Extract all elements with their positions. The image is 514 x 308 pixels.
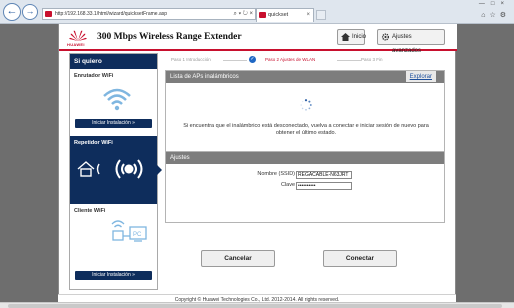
tab-title: quickset	[268, 12, 289, 18]
repeater-icon	[77, 159, 143, 179]
key-row: Clave	[166, 182, 295, 191]
cancel-button[interactable]: Cancelar	[201, 250, 275, 267]
router-page: HUAWEI 300 Mbps Wireless Range Extender …	[58, 24, 457, 294]
ssid-label: Nombre (SSID)	[257, 171, 295, 177]
address-bar[interactable]: http://192.168.33.1/html/wizard/quickset…	[42, 8, 256, 20]
wifi-icon	[103, 88, 131, 111]
ap-list-panel: Lista de APs inalámbricos Explorar Si en…	[165, 70, 445, 153]
sidebar-item-router[interactable]: Enrutador WiFi Iniciar Instalación »	[70, 69, 157, 136]
window-controls[interactable]: —□×	[479, 1, 510, 7]
ssid-row: Nombre (SSID)	[166, 171, 295, 180]
search-refresh-icons[interactable]: ⌕ ▾ ↻ ×	[234, 9, 253, 19]
settings-header: Ajustes	[166, 152, 444, 164]
step-2: Paso 2 Ajustes de WLAN	[265, 57, 316, 62]
settings-panel: Ajustes Nombre (SSID) REGACABLE-N63JRT C…	[165, 151, 445, 223]
step-divider	[223, 60, 247, 61]
sidebar-title: Si quiero	[70, 54, 157, 69]
sidebar-item-client[interactable]: Cliente WiFi PC Iniciar Instalación »	[70, 204, 157, 289]
connect-button[interactable]: Conectar	[323, 250, 397, 267]
key-input[interactable]: ••••••••••	[296, 182, 352, 190]
ap-list-title: Lista de APs inalámbricos	[170, 74, 239, 80]
settings-title: Ajustes	[170, 155, 190, 161]
sidebar-item-label: Repetidor WiFi	[74, 140, 113, 146]
gear-icon	[381, 33, 390, 41]
start-client-setup-button[interactable]: Iniciar Instalación »	[75, 271, 152, 280]
browser-tab[interactable]: quickset ×	[256, 8, 314, 22]
new-tab-button[interactable]	[316, 10, 326, 20]
forward-arrow-icon[interactable]: →	[22, 4, 38, 20]
brand-text: HUAWEI	[67, 42, 85, 47]
wizard-steps: Paso 1 Introducción ✓ Paso 2 Ajustes de …	[165, 55, 445, 65]
home-button[interactable]: Inicio	[337, 29, 367, 45]
active-indicator-arrow	[157, 165, 162, 175]
start-router-setup-button[interactable]: Iniciar Instalación »	[75, 119, 152, 128]
huawei-logo-icon	[69, 30, 87, 41]
ap-list-header: Lista de APs inalámbricos Explorar	[166, 71, 444, 83]
pc-client-icon: PC	[111, 220, 147, 242]
browser-chrome: ← → http://192.168.33.1/html/wizard/quic…	[0, 0, 514, 24]
reconnect-notice: Si encuentra que el inalámbrico está des…	[183, 123, 429, 136]
step-3: Paso 3 Fin	[361, 57, 383, 62]
svg-text:PC: PC	[133, 232, 142, 238]
sidebar: Si quiero Enrutador WiFi Iniciar Instala…	[69, 53, 162, 290]
horizontal-scrollbar[interactable]	[0, 302, 514, 308]
advanced-settings-button[interactable]: Ajustes avanzados	[377, 29, 445, 54]
home-label: Inicio	[352, 34, 367, 40]
scrollbar-thumb[interactable]	[8, 304, 502, 308]
page-header: HUAWEI 300 Mbps Wireless Range Extender …	[59, 24, 457, 54]
advanced-settings-label: Ajustes avanzados	[392, 34, 422, 54]
tab-favicon-icon	[259, 12, 266, 18]
back-arrow-icon[interactable]: ←	[3, 3, 21, 21]
tab-close-icon[interactable]: ×	[306, 9, 310, 21]
home-icon	[341, 33, 350, 41]
sidebar-item-repeater[interactable]: Repetidor WiFi	[70, 136, 162, 204]
ssid-input[interactable]: REGACABLE-N63JRT	[296, 171, 352, 179]
explore-link[interactable]: Explorar	[405, 71, 436, 82]
loading-spinner-icon	[300, 99, 312, 111]
product-title: 300 Mbps Wireless Range Extender	[97, 32, 242, 42]
sidebar-item-label: Cliente WiFi	[74, 208, 106, 214]
check-icon: ✓	[249, 56, 256, 63]
step-1: Paso 1 Introducción	[171, 57, 211, 62]
key-label: Clave	[280, 182, 295, 188]
address-text: http://192.168.33.1/html/wizard/quickset…	[55, 11, 168, 17]
step-divider	[337, 60, 361, 61]
huawei-favicon-icon	[45, 11, 52, 17]
sidebar-item-label: Enrutador WiFi	[74, 73, 114, 79]
toolbar-icons[interactable]: ⌂☆⚙	[481, 11, 510, 19]
